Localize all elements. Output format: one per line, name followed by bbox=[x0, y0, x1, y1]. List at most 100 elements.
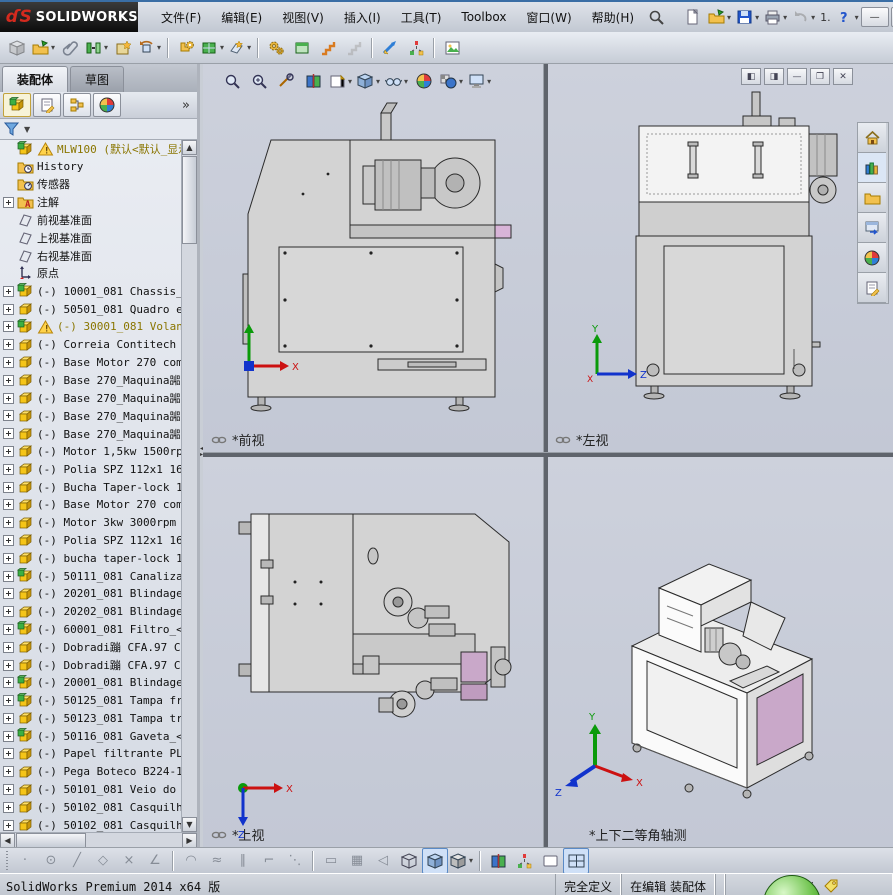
tree-item[interactable]: (-) Base 270_Maquina嘂 bbox=[0, 407, 183, 425]
view-palette-tab[interactable] bbox=[858, 213, 886, 243]
child-minimize-button[interactable]: — bbox=[787, 68, 807, 85]
scroll-thumb-h[interactable] bbox=[16, 833, 86, 848]
expand-plus-icon[interactable] bbox=[3, 588, 14, 600]
expand-plus-icon[interactable] bbox=[3, 712, 14, 724]
dropdown-caret-icon[interactable]: ▾ bbox=[157, 43, 161, 52]
expand-plus-icon[interactable] bbox=[3, 659, 14, 671]
expand-plus-icon[interactable] bbox=[3, 801, 14, 813]
tree-item[interactable]: 传感器 bbox=[0, 176, 183, 194]
zoom-to-fit-button[interactable] bbox=[219, 68, 245, 94]
component-pattern-button[interactable]: ▾ bbox=[199, 35, 226, 61]
tree-item[interactable]: (-) 50102_081 Casquilho bbox=[0, 816, 183, 832]
dropdown-caret-icon[interactable]: ▾ bbox=[487, 77, 491, 86]
tree-item[interactable]: (-) 60001_081 Filtro_<1 bbox=[0, 621, 183, 639]
expand-plus-icon[interactable] bbox=[3, 196, 14, 208]
tree-horizontal-scrollbar[interactable]: ◀ ▶ bbox=[0, 832, 197, 848]
scroll-right-icon[interactable]: ▶ bbox=[182, 833, 197, 848]
attachment-button[interactable] bbox=[57, 35, 83, 61]
corner-tool[interactable]: ⌐ bbox=[256, 848, 282, 874]
menu-编辑[interactable]: 编辑(E) bbox=[212, 6, 271, 29]
move-with-triad-button[interactable] bbox=[173, 35, 199, 61]
new-document-button[interactable] bbox=[679, 4, 705, 30]
expand-plus-icon[interactable] bbox=[3, 356, 14, 368]
tree-item[interactable]: (-) Base Motor 270 com bbox=[0, 354, 183, 372]
section-view-button[interactable] bbox=[300, 68, 326, 94]
mate-button[interactable]: ▾ bbox=[83, 35, 110, 61]
expand-plus-icon[interactable] bbox=[3, 374, 14, 386]
expand-plus-icon[interactable] bbox=[3, 410, 14, 422]
expand-plus-icon[interactable] bbox=[3, 392, 14, 404]
tree-item[interactable]: (-) Polia SPZ 112x1 161 bbox=[0, 460, 183, 478]
zoom-to-area-button[interactable] bbox=[246, 68, 272, 94]
menu-视图[interactable]: 视图(V) bbox=[273, 6, 333, 29]
dropdown-caret-icon[interactable]: ▾ bbox=[376, 77, 380, 86]
expand-plus-icon[interactable] bbox=[3, 534, 14, 546]
expand-plus-icon[interactable] bbox=[3, 730, 14, 742]
expand-plus-icon[interactable] bbox=[3, 677, 14, 689]
tree-item[interactable]: (-) 50116_081 Gaveta_<1 bbox=[0, 727, 183, 745]
smart-fastener-button[interactable] bbox=[110, 35, 136, 61]
tree-root[interactable]: ! MLW100 (默认<默认_显示状 bbox=[0, 140, 183, 158]
new-motion-study-button[interactable] bbox=[289, 35, 315, 61]
tree-item[interactable]: (-) bucha taper-lock 16 bbox=[0, 549, 183, 567]
expand-plus-icon[interactable] bbox=[3, 339, 14, 351]
circle-tool[interactable]: ⊙ bbox=[38, 848, 64, 874]
horizontal-splitter[interactable] bbox=[203, 452, 893, 457]
menu-插入[interactable]: 插入(I) bbox=[335, 6, 390, 29]
save-button[interactable]: ▾ bbox=[734, 4, 761, 30]
dropdown-caret-icon[interactable]: ▾ bbox=[855, 13, 859, 22]
dropdown-caret-icon[interactable]: ▾ bbox=[755, 13, 759, 22]
tree-item[interactable]: ! (-) 30001_081 Volant bbox=[0, 318, 183, 336]
child-close-button[interactable]: ✕ bbox=[833, 68, 853, 85]
print-button[interactable]: ▾ bbox=[762, 4, 789, 30]
expand-plus-icon[interactable] bbox=[3, 463, 14, 475]
dropdown-caret-icon[interactable]: ▾ bbox=[459, 77, 463, 86]
tree-item[interactable]: 右视基准面 bbox=[0, 247, 183, 265]
tree-item[interactable]: (-) 50102_081 Casquilho bbox=[0, 798, 183, 816]
search-icon[interactable] bbox=[643, 4, 669, 30]
expand-plus-icon[interactable] bbox=[3, 517, 14, 529]
tree-item[interactable]: (-) Motor 1,5kw 1500rpm bbox=[0, 443, 183, 461]
featuremanager-tab[interactable] bbox=[3, 93, 31, 117]
point-tool[interactable]: · bbox=[12, 848, 38, 874]
assembly-features-button[interactable] bbox=[263, 35, 289, 61]
tree-item[interactable]: (-) 50111_081 Canaliza扎 bbox=[0, 567, 183, 585]
tree-item[interactable]: (-) Correia Contitech X bbox=[0, 336, 183, 354]
custom-properties-tab[interactable] bbox=[858, 273, 886, 303]
tree-item[interactable]: (-) Bucha Taper-lock 16 bbox=[0, 478, 183, 496]
tree-item[interactable]: (-) Polia SPZ 112x1 161 bbox=[0, 532, 183, 550]
tree-item[interactable]: (-) 10001_081 Chassis_< bbox=[0, 282, 183, 300]
filter-caret-icon[interactable]: ▼ bbox=[24, 125, 30, 134]
dropdown-caret-icon[interactable]: ▾ bbox=[247, 43, 251, 52]
view-settings-button[interactable]: ▾ bbox=[466, 68, 493, 94]
expand-plus-icon[interactable] bbox=[3, 552, 14, 564]
open-button[interactable]: ▾ bbox=[706, 4, 733, 30]
reference-geometry-button[interactable]: ▾ bbox=[226, 35, 253, 61]
rotate-component-button[interactable]: ▾ bbox=[136, 35, 163, 61]
scroll-up-icon[interactable]: ▲ bbox=[182, 140, 197, 155]
split-left-button[interactable]: ◧ bbox=[741, 68, 761, 85]
expand-plus-icon[interactable] bbox=[3, 748, 14, 760]
scroll-thumb[interactable] bbox=[182, 156, 197, 244]
slot-tool[interactable]: ▭ bbox=[318, 848, 344, 874]
exploded-display-button[interactable] bbox=[511, 848, 537, 874]
dropdown-caret-icon[interactable]: ▾ bbox=[404, 77, 408, 86]
expand-plus-icon[interactable] bbox=[3, 819, 14, 831]
viewport-left[interactable]: Y Z X *左视 bbox=[547, 64, 893, 452]
dropdown-caret-icon[interactable]: ▾ bbox=[104, 43, 108, 52]
four-view-button[interactable] bbox=[563, 847, 590, 874]
explode-line-sketch-button[interactable] bbox=[341, 35, 367, 61]
shaded-display-button[interactable] bbox=[422, 847, 448, 874]
view-orientation-button[interactable]: ▾ bbox=[327, 68, 354, 94]
solidworks-resources-tab[interactable] bbox=[858, 123, 886, 153]
expand-plus-icon[interactable] bbox=[3, 570, 14, 582]
viewport-front[interactable]: X *前视 bbox=[203, 64, 543, 452]
tree-item[interactable]: (-) Motor 3kw 3000rpm ( bbox=[0, 514, 183, 532]
offset-tool[interactable]: ∥ bbox=[230, 848, 256, 874]
tree-item[interactable]: History bbox=[0, 158, 183, 176]
child-restore-button[interactable]: ❐ bbox=[810, 68, 830, 85]
triangle-tool[interactable]: ◁ bbox=[370, 848, 396, 874]
tree-item[interactable]: 前视基准面 bbox=[0, 211, 183, 229]
menu-Toolbox[interactable]: Toolbox bbox=[452, 7, 515, 27]
display-mode-button[interactable]: ▾ bbox=[448, 848, 475, 874]
